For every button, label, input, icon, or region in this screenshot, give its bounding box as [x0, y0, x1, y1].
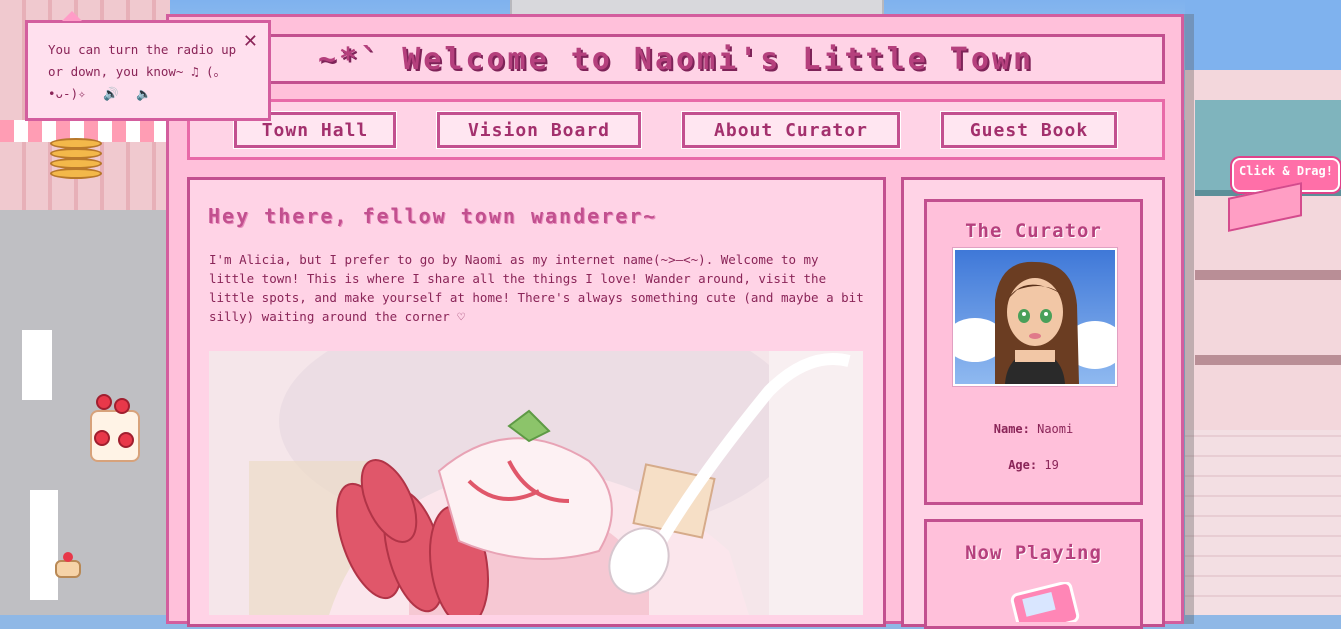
radio-tip-text: You can turn the radio up or down, you k… — [48, 39, 248, 105]
strawberry-ice-cream-image — [209, 351, 863, 615]
age-label: Age: — [1008, 458, 1038, 472]
name-value: Naomi — [1037, 422, 1074, 436]
ice-cream-illustration — [209, 351, 863, 615]
nav-vision-board[interactable]: Vision Board — [436, 111, 642, 149]
volume-up-icon[interactable]: 🔊 — [103, 83, 119, 105]
name-label: Name: — [993, 422, 1030, 436]
curator-avatar — [953, 248, 1117, 386]
volume-down-icon[interactable]: 🔈 — [136, 83, 152, 105]
road-stripe — [22, 330, 52, 400]
music-player-icon[interactable] — [1005, 582, 1085, 622]
shop-shelf — [1195, 355, 1341, 365]
age-value: 19 — [1044, 458, 1059, 472]
curator-name-row: Name: Naomi — [924, 422, 1143, 436]
now-playing-card: Now Playing — [924, 519, 1143, 629]
click-drag-widget[interactable]: Click & Drag! — [1228, 158, 1341, 232]
greeting-heading: Hey there, fellow town wanderer~ — [208, 204, 658, 228]
right-shop-scene — [1185, 0, 1341, 615]
shop-shelf — [1195, 270, 1341, 280]
radio-tip-popup: ✕ You can turn the radio up or down, you… — [25, 11, 271, 121]
strawberry-cake-sprite — [88, 392, 142, 464]
site-title: ~*` Welcome to Naomi's Little Town — [317, 41, 1035, 77]
pancakes-sprite — [50, 138, 102, 184]
nav-about-curator[interactable]: About Curator — [681, 111, 901, 149]
cupcake-sprite — [55, 552, 81, 580]
avatar-illustration — [955, 250, 1115, 384]
site-title-box: ~*` Welcome to Naomi's Little Town — [187, 34, 1165, 84]
left-road — [0, 210, 170, 615]
tooltip-arrow — [62, 11, 82, 21]
nav-guest-book[interactable]: Guest Book — [940, 111, 1118, 149]
curator-age-row: Age: 19 — [924, 458, 1143, 472]
now-playing-heading: Now Playing — [965, 542, 1102, 564]
intro-paragraph: I'm Alicia, but I prefer to go by Naomi … — [209, 252, 864, 324]
road-stripe — [30, 490, 58, 600]
shop-floor — [1185, 430, 1341, 615]
curator-heading: The Curator — [965, 220, 1102, 242]
